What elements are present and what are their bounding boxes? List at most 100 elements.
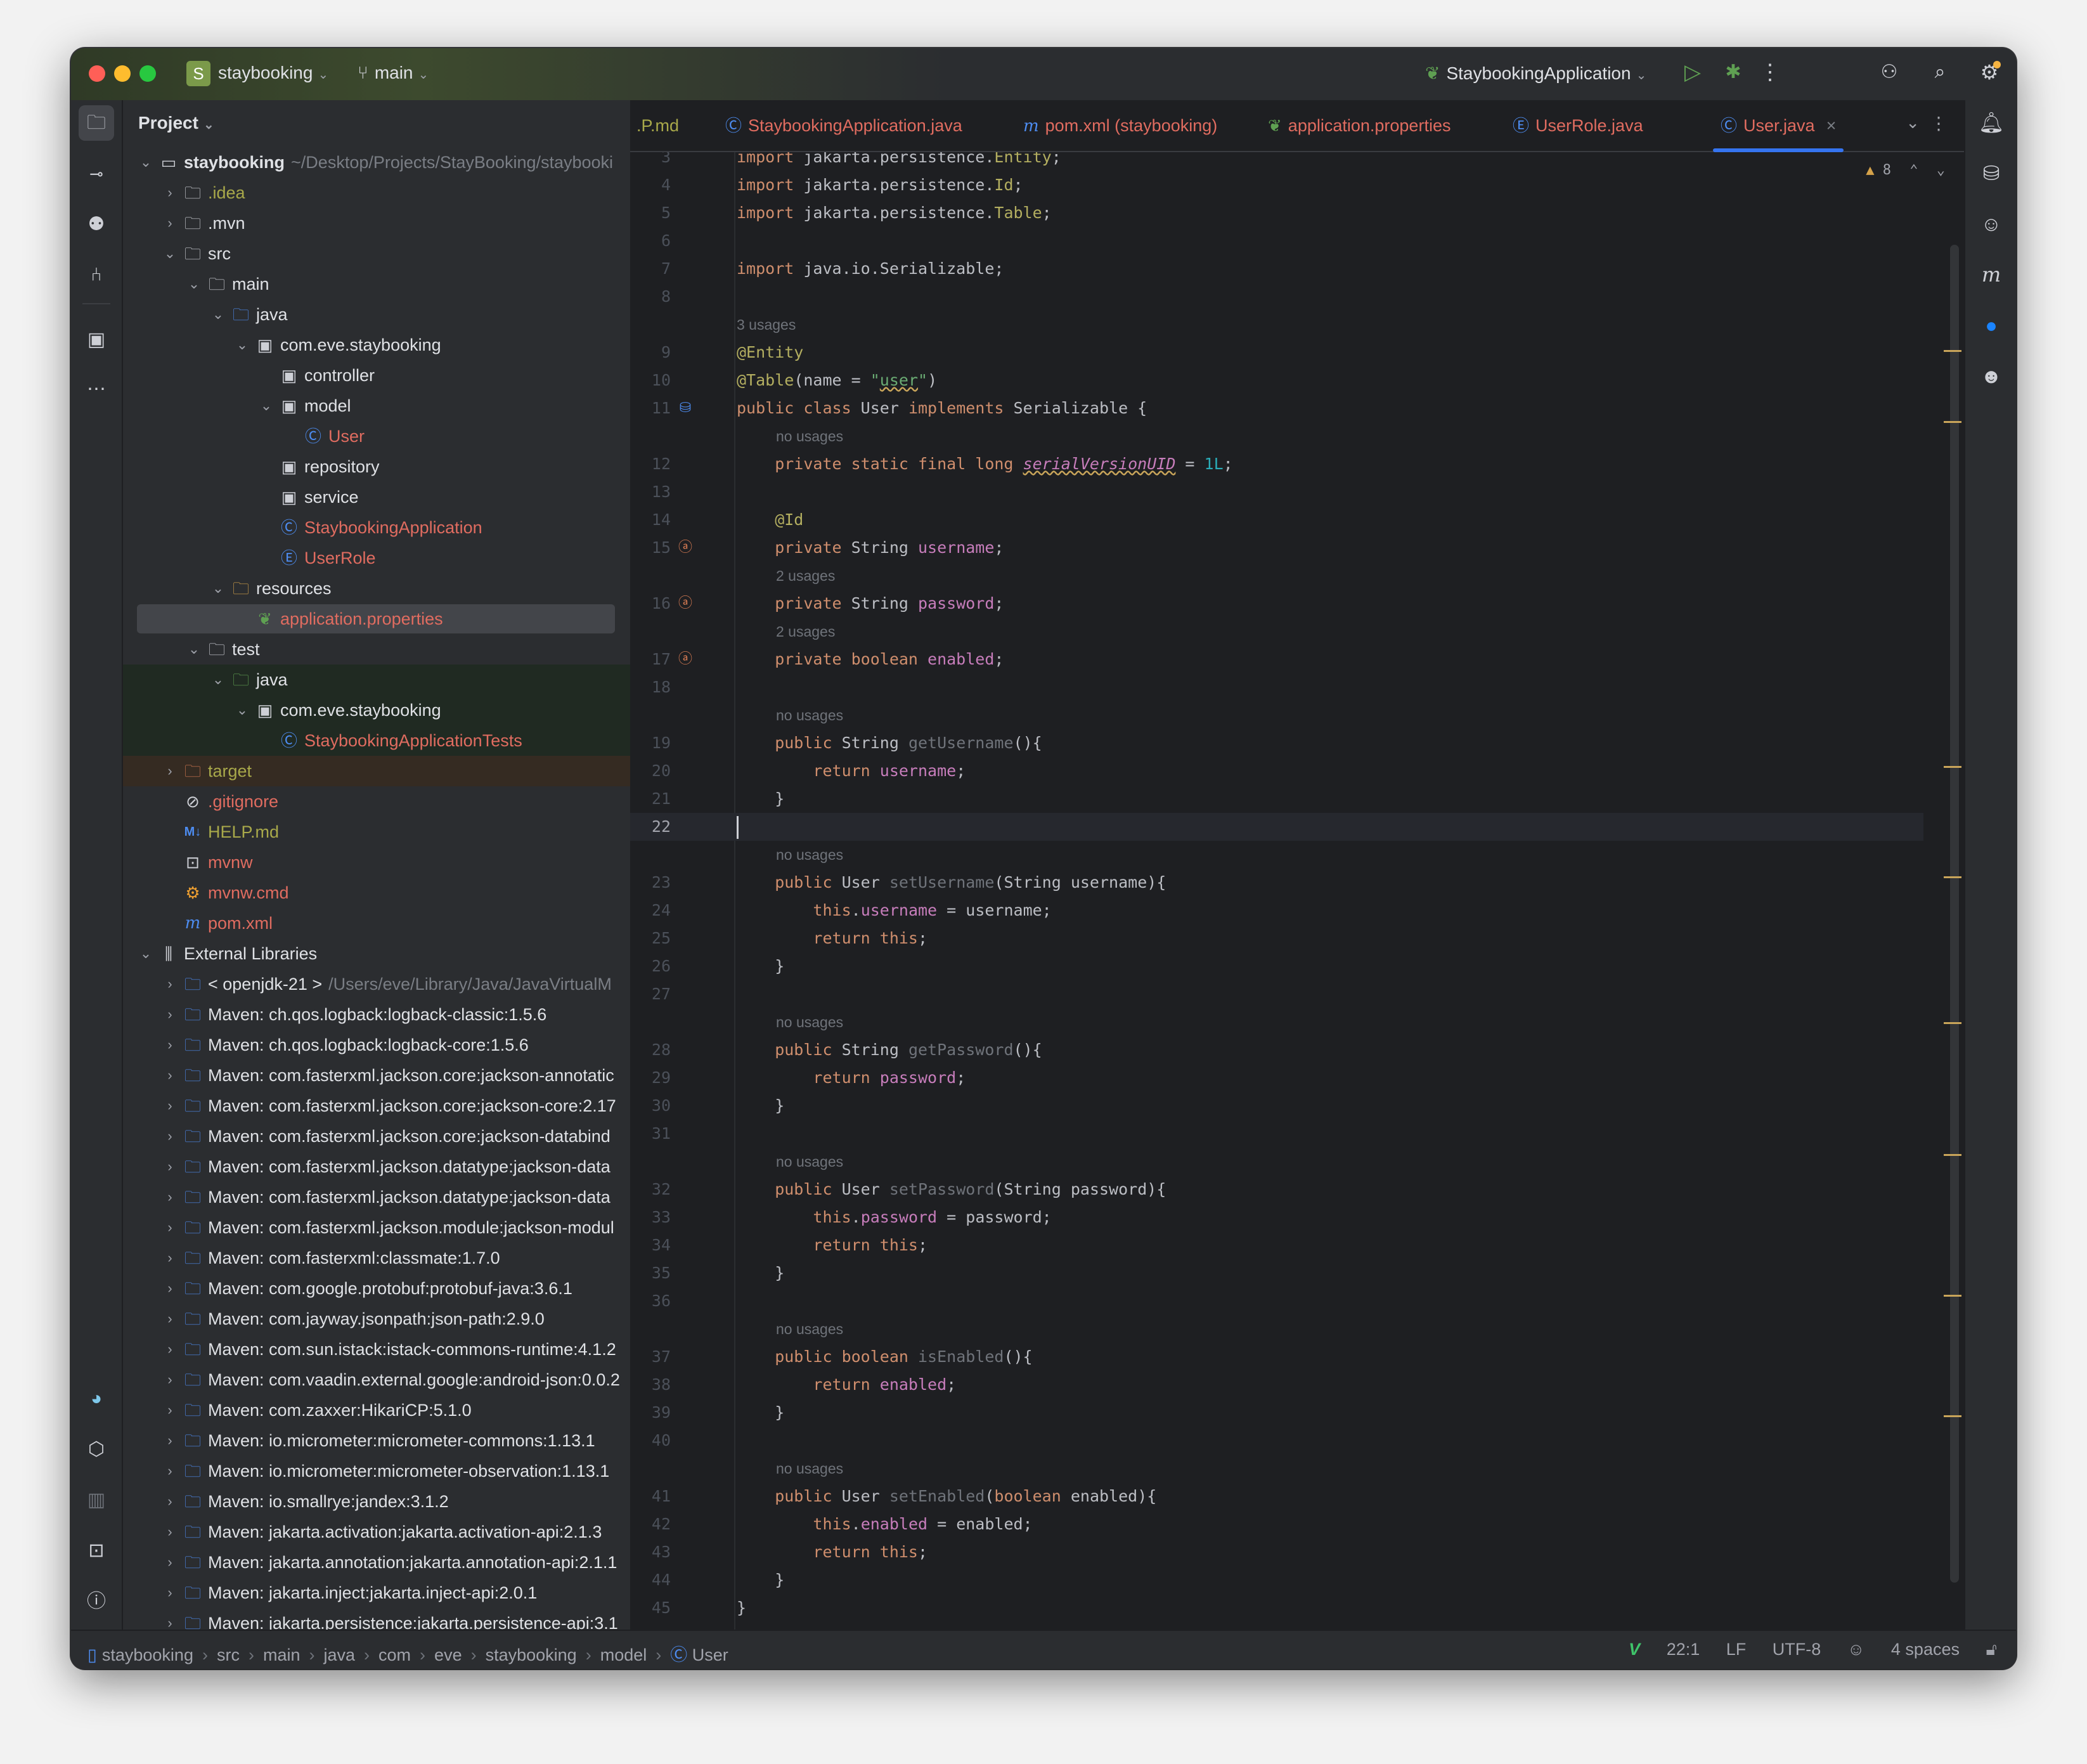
- zoom-window-button[interactable]: [139, 65, 156, 82]
- project-panel-header[interactable]: Project ⌄: [138, 113, 214, 133]
- run-config-selector[interactable]: ❦ StaybookingApplication ⌄: [1425, 63, 1646, 84]
- chevron-right-icon[interactable]: ›: [162, 1365, 178, 1395]
- chevron-down-icon[interactable]: ⌄: [162, 238, 178, 269]
- tree-item[interactable]: › 🗀︎ < openjdk-21 > /Users/eve/Library/Java…: [123, 969, 630, 999]
- tree-item[interactable]: ▣ repository: [123, 451, 630, 482]
- tree-item[interactable]: ⌄ 🗀︎ main: [123, 269, 630, 299]
- lock-icon[interactable]: 🔓︎: [1986, 1640, 1998, 1659]
- chevron-right-icon[interactable]: ›: [162, 1091, 178, 1121]
- field-gutter-icon[interactable]: ⓐ: [676, 590, 695, 618]
- tree-item[interactable]: › 🗀︎ Maven: com.sun.istack:istack-commons-…: [123, 1334, 630, 1365]
- chevron-down-icon[interactable]: ⌄: [186, 269, 202, 299]
- tree-item[interactable]: › 🗀︎ Maven: com.vaadin.external.google:and…: [123, 1365, 630, 1395]
- warning-stripe-mark[interactable]: [1944, 1295, 1961, 1297]
- chevron-right-icon[interactable]: ›: [162, 1121, 178, 1151]
- tree-item[interactable]: ⌄ 🗀︎ src: [123, 238, 630, 269]
- chat-button[interactable]: ●: [1974, 308, 2008, 342]
- tree-item[interactable]: ▣ controller: [123, 360, 630, 391]
- chevron-right-icon[interactable]: ›: [162, 1334, 178, 1365]
- editor-tab[interactable]: m pom.xml (staybooking): [1023, 100, 1217, 151]
- tree-item[interactable]: › 🗀︎ Maven: jakarta.annotation:jakarta.ann…: [123, 1547, 630, 1578]
- vim-plugin-icon[interactable]: V: [1629, 1640, 1640, 1659]
- tree-item[interactable]: ⌄ ▣ com.eve.staybooking: [123, 330, 630, 360]
- chevron-right-icon[interactable]: ›: [162, 999, 178, 1030]
- breadcrumb-item[interactable]: main: [263, 1645, 300, 1664]
- chevron-right-icon[interactable]: ›: [162, 1151, 178, 1182]
- warning-stripe-mark[interactable]: [1944, 1022, 1961, 1024]
- settings-icon[interactable]: ⚙: [1975, 60, 2003, 88]
- tree-item[interactable]: ⚙ mvnw.cmd: [123, 878, 630, 908]
- usages-hint-text[interactable]: no usages: [776, 1455, 843, 1482]
- chevron-down-icon[interactable]: ⌄: [210, 299, 226, 330]
- tree-item[interactable]: › 🗀︎ Maven: com.fasterxml:classmate:1.7.0: [123, 1243, 630, 1273]
- branch-switcher[interactable]: ⑂ main ⌄: [358, 63, 429, 83]
- chevron-right-icon[interactable]: ›: [162, 969, 178, 999]
- search-icon[interactable]: ⌕: [1926, 60, 1954, 88]
- tree-item[interactable]: › 🗀︎ .mvn: [123, 208, 630, 238]
- chevron-right-icon[interactable]: ›: [162, 208, 178, 238]
- project-switcher[interactable]: staybooking ⌄: [218, 63, 328, 83]
- tree-item[interactable]: › 🗀︎ Maven: com.fasterxml.jackson.datatype…: [123, 1151, 630, 1182]
- usages-hint-text[interactable]: no usages: [776, 422, 843, 450]
- chevron-right-icon[interactable]: ›: [162, 1273, 178, 1304]
- field-gutter-icon[interactable]: ⓐ: [676, 645, 695, 673]
- editor-tab[interactable]: ❦ application.properties: [1268, 100, 1451, 151]
- usages-hint-text[interactable]: 2 usages: [776, 618, 835, 645]
- usages-hint-text[interactable]: no usages: [776, 701, 843, 729]
- chevron-right-icon[interactable]: ›: [162, 1547, 178, 1578]
- usages-hint-text[interactable]: no usages: [776, 1148, 843, 1176]
- breadcrumb-item[interactable]: User: [692, 1645, 728, 1664]
- tree-item[interactable]: › 🗀︎ Maven: com.fasterxml.jackson.core:jac…: [123, 1091, 630, 1121]
- pull-requests-tool-button[interactable]: ⑃: [79, 257, 114, 293]
- editor-tab[interactable]: Ⓔ UserRole.java: [1513, 100, 1643, 151]
- warning-stripe-mark[interactable]: [1944, 876, 1961, 878]
- tree-item[interactable]: › 🗀︎ Maven: io.micrometer:micrometer-commo…: [123, 1425, 630, 1456]
- usages-hint-text[interactable]: 3 usages: [737, 311, 796, 339]
- tree-item[interactable]: ⌄ ▣ com.eve.staybooking: [123, 695, 630, 725]
- breadcrumb-item[interactable]: model: [600, 1645, 647, 1664]
- tree-item[interactable]: › 🗀︎ target: [123, 756, 630, 786]
- breadcrumb-item[interactable]: staybooking: [102, 1645, 193, 1664]
- file-encoding[interactable]: UTF-8: [1773, 1640, 1821, 1659]
- editor-tab[interactable]: Ⓒ StaybookingApplication.java: [725, 100, 962, 151]
- chevron-right-icon[interactable]: ›: [162, 1243, 178, 1273]
- breadcrumb-item[interactable]: java: [324, 1645, 356, 1664]
- editor-scrollbar[interactable]: [1950, 245, 1959, 1583]
- chevron-down-icon[interactable]: ⌄: [138, 147, 153, 178]
- copilot-chat-button[interactable]: ☻: [1974, 359, 2008, 393]
- debug-icon[interactable]: ✱: [1719, 60, 1747, 88]
- tree-item[interactable]: M↓ HELP.md: [123, 817, 630, 847]
- editor-tab[interactable]: Ⓒ User.java ×: [1712, 100, 1844, 152]
- close-tab-icon[interactable]: ×: [1826, 116, 1837, 135]
- warning-stripe-mark[interactable]: [1944, 1415, 1961, 1417]
- copilot-button[interactable]: ☺: [1974, 207, 2008, 241]
- chevron-right-icon[interactable]: ›: [162, 1212, 178, 1243]
- chevron-down-icon[interactable]: ⌄: [138, 938, 153, 969]
- db-entity-gutter-icon[interactable]: ⛁: [676, 394, 695, 422]
- structure-tool-button[interactable]: ▣: [79, 322, 114, 358]
- tree-item[interactable]: › 🗀︎ Maven: io.smallrye:jandex:3.1.2: [123, 1486, 630, 1517]
- chevron-down-icon[interactable]: ⌄: [259, 391, 274, 421]
- chevron-right-icon[interactable]: ›: [162, 1425, 178, 1456]
- chevron-right-icon[interactable]: ›: [162, 1486, 178, 1517]
- tree-item[interactable]: ⌄ 🗀︎ java: [123, 299, 630, 330]
- chevron-right-icon[interactable]: ›: [162, 1517, 178, 1547]
- tree-item[interactable]: ⌄ 🗀︎ test: [123, 634, 630, 665]
- tree-item[interactable]: › 🗀︎ Maven: com.fasterxml.jackson.core:jac…: [123, 1121, 630, 1151]
- gopher-plugin-button[interactable]: ◕: [79, 1381, 114, 1417]
- run-icon[interactable]: ▷: [1679, 60, 1707, 88]
- tree-item[interactable]: › 🗀︎ Maven: ch.qos.logback:logback-core:1.…: [123, 1030, 630, 1060]
- tree-item[interactable]: ⌄ ⫼ External Libraries: [123, 938, 630, 969]
- chevron-right-icon[interactable]: ›: [162, 1060, 178, 1091]
- warning-stripe-mark[interactable]: [1944, 350, 1961, 352]
- warning-stripe-mark[interactable]: [1944, 766, 1961, 768]
- more-tools-button[interactable]: ⋯: [79, 372, 114, 407]
- usages-hint-text[interactable]: no usages: [776, 1315, 843, 1343]
- tree-item[interactable]: › 🗀︎ Maven: com.google.protobuf:protobuf-j…: [123, 1273, 630, 1304]
- chevron-right-icon[interactable]: ›: [162, 1182, 178, 1212]
- tree-item[interactable]: Ⓒ StaybookingApplication: [123, 512, 630, 543]
- tree-item[interactable]: › 🗀︎ Maven: com.fasterxml.jackson.datatype…: [123, 1182, 630, 1212]
- tree-item[interactable]: Ⓔ UserRole: [123, 543, 630, 573]
- chevron-down-icon[interactable]: ⌄: [235, 695, 250, 725]
- more-actions-icon[interactable]: ⋮: [1756, 60, 1784, 88]
